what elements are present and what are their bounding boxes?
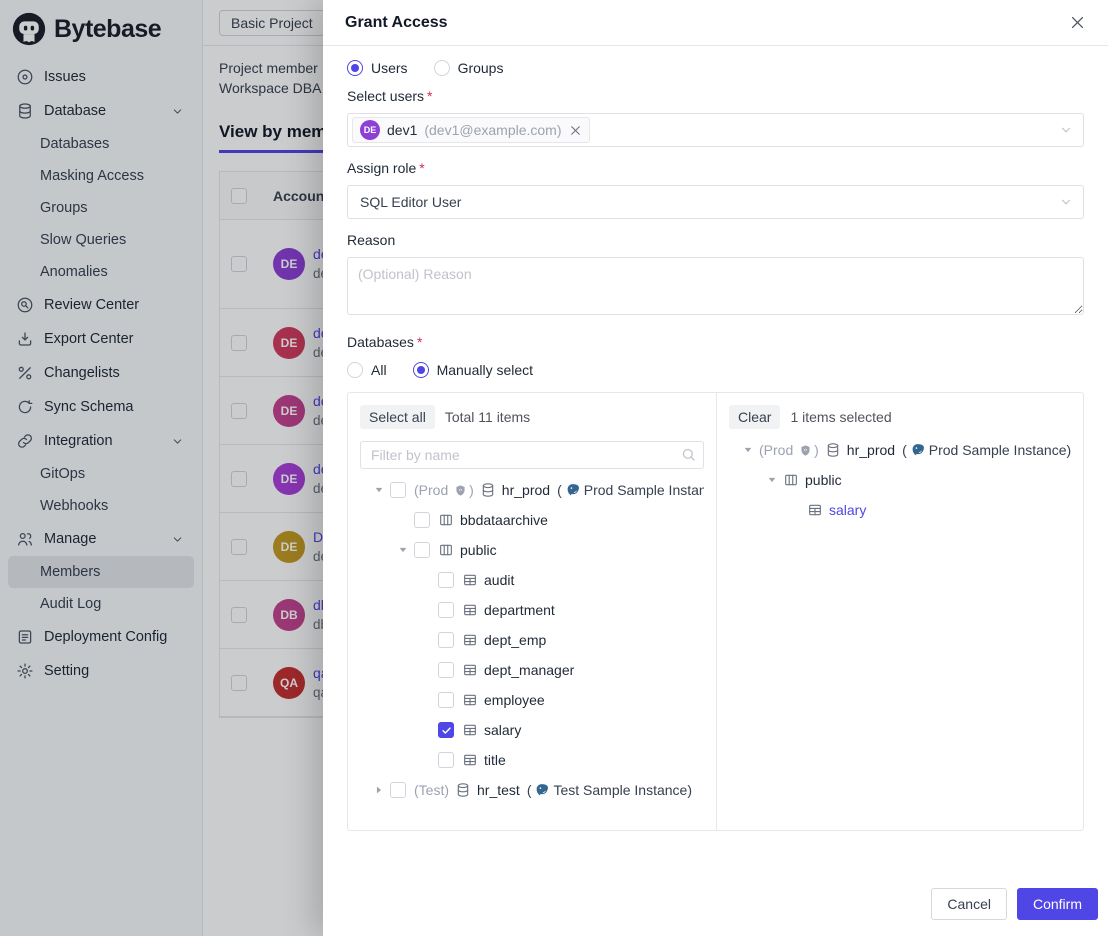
grant-access-modal: Grant Access Users Groups Select users* … [323, 0, 1108, 936]
caret-down-icon [765, 475, 779, 485]
caret-down-icon [396, 545, 410, 555]
databases-label: Databases* [347, 334, 1084, 350]
table-icon [462, 632, 478, 648]
node-checkbox[interactable] [438, 632, 454, 648]
tree-node-bbdataarchive[interactable]: bbdataarchive [360, 505, 704, 535]
member-type-radio-group: Users Groups [347, 60, 1084, 76]
node-checkbox[interactable] [438, 752, 454, 768]
source-tree: (Prod )hr_prod(Prod Sample Instance)bbda… [360, 475, 704, 805]
instance-label: (Test Sample Instance) [527, 782, 692, 798]
select-all-button[interactable]: Select all [360, 405, 435, 429]
tree-node-title[interactable]: title [360, 745, 704, 775]
tree-node-dept-manager[interactable]: dept_manager [360, 655, 704, 685]
caret-down-icon [372, 485, 386, 495]
tree-node-hr-prod[interactable]: (Prod )hr_prod(Prod Sample Instance) [360, 475, 704, 505]
table-icon [462, 722, 478, 738]
node-checkbox[interactable] [414, 542, 430, 558]
tree-node-employee[interactable]: employee [360, 685, 704, 715]
remove-user-icon[interactable] [569, 124, 582, 137]
manually-select-radio[interactable]: Manually select [413, 362, 534, 378]
tree-node-hr-test[interactable]: (Test)hr_test(Test Sample Instance) [360, 775, 704, 805]
tree-node-hr-prod[interactable]: (Prod )hr_prod(Prod Sample Instance) [729, 435, 1071, 465]
assign-role-label: Assign role* [347, 160, 1084, 176]
assign-role-select[interactable]: SQL Editor User [347, 185, 1084, 219]
chevron-down-icon [1059, 195, 1073, 209]
modal-footer: Cancel Confirm [323, 878, 1108, 936]
tree-node-public[interactable]: public [360, 535, 704, 565]
selected-count-label: 1 items selected [790, 409, 891, 425]
tree-node-department[interactable]: department [360, 595, 704, 625]
environment-label: (Prod ) [414, 482, 474, 498]
chevron-down-icon [1059, 123, 1073, 137]
confirm-button[interactable]: Confirm [1017, 888, 1098, 920]
tree-node-salary[interactable]: salary [360, 715, 704, 745]
selected-user-tag: DE dev1 (dev1@example.com) [352, 117, 590, 143]
environment-label: (Prod ) [759, 442, 819, 458]
caret-down-icon [741, 445, 755, 455]
users-radio[interactable]: Users [347, 60, 408, 76]
schema-icon [783, 472, 799, 488]
selected-tree: (Prod )hr_prod(Prod Sample Instance)publ… [729, 435, 1071, 525]
all-databases-radio[interactable]: All [347, 362, 387, 378]
environment-label: (Test) [414, 782, 449, 798]
modal-header: Grant Access [323, 0, 1108, 46]
users-radio-control[interactable] [347, 60, 363, 76]
table-icon [462, 602, 478, 618]
close-icon[interactable] [1069, 14, 1086, 31]
node-checkbox[interactable] [438, 602, 454, 618]
modal-title: Grant Access [345, 14, 448, 32]
tree-node-audit[interactable]: audit [360, 565, 704, 595]
select-users-label: Select users* [347, 88, 1084, 104]
cancel-button[interactable]: Cancel [931, 888, 1007, 920]
database-icon [825, 442, 841, 458]
node-checkbox[interactable] [390, 782, 406, 798]
modal-body: Users Groups Select users* DE dev1 (dev1… [323, 46, 1108, 878]
table-icon [462, 662, 478, 678]
select-users-input[interactable]: DE dev1 (dev1@example.com) [347, 113, 1084, 147]
postgres-icon [535, 783, 549, 797]
node-checkbox[interactable] [438, 722, 454, 738]
shield-icon [454, 484, 467, 497]
groups-radio-control[interactable] [434, 60, 450, 76]
schema-icon [438, 542, 454, 558]
database-picker-selected-panel: Clear 1 items selected (Prod )hr_prod(Pr… [717, 393, 1083, 830]
node-checkbox[interactable] [438, 662, 454, 678]
node-checkbox[interactable] [414, 512, 430, 528]
manually-select-radio-control[interactable] [413, 362, 429, 378]
table-icon [462, 752, 478, 768]
tree-node-public[interactable]: public [729, 465, 1071, 495]
tree-node-salary[interactable]: salary [729, 495, 1071, 525]
all-databases-radio-control[interactable] [347, 362, 363, 378]
postgres-icon [566, 483, 580, 497]
node-checkbox[interactable] [438, 692, 454, 708]
node-checkbox[interactable] [438, 572, 454, 588]
caret-right-icon [372, 785, 386, 795]
databases-scope-radio-group: All Manually select [347, 362, 1084, 378]
database-picker: Select all Total 11 items (Prod )hr_prod… [347, 392, 1084, 831]
instance-label: (Prod Sample Instance) [902, 442, 1071, 458]
groups-radio[interactable]: Groups [434, 60, 504, 76]
database-picker-source-panel: Select all Total 11 items (Prod )hr_prod… [348, 393, 717, 830]
filter-box [360, 441, 704, 469]
shield-icon [799, 444, 812, 457]
table-icon [462, 692, 478, 708]
instance-label: (Prod Sample Instance) [557, 482, 704, 498]
filter-by-name-input[interactable] [360, 441, 704, 469]
reason-label: Reason [347, 232, 1084, 248]
table-icon [462, 572, 478, 588]
tree-node-dept-emp[interactable]: dept_emp [360, 625, 704, 655]
database-icon [480, 482, 496, 498]
reason-textarea[interactable] [347, 257, 1084, 315]
postgres-icon [911, 443, 925, 457]
database-icon [455, 782, 471, 798]
total-items-label: Total 11 items [445, 409, 530, 425]
avatar: DE [360, 120, 380, 140]
clear-button[interactable]: Clear [729, 405, 780, 429]
node-checkbox[interactable] [390, 482, 406, 498]
schema-icon [438, 512, 454, 528]
table-icon [807, 502, 823, 518]
search-icon [681, 447, 696, 462]
